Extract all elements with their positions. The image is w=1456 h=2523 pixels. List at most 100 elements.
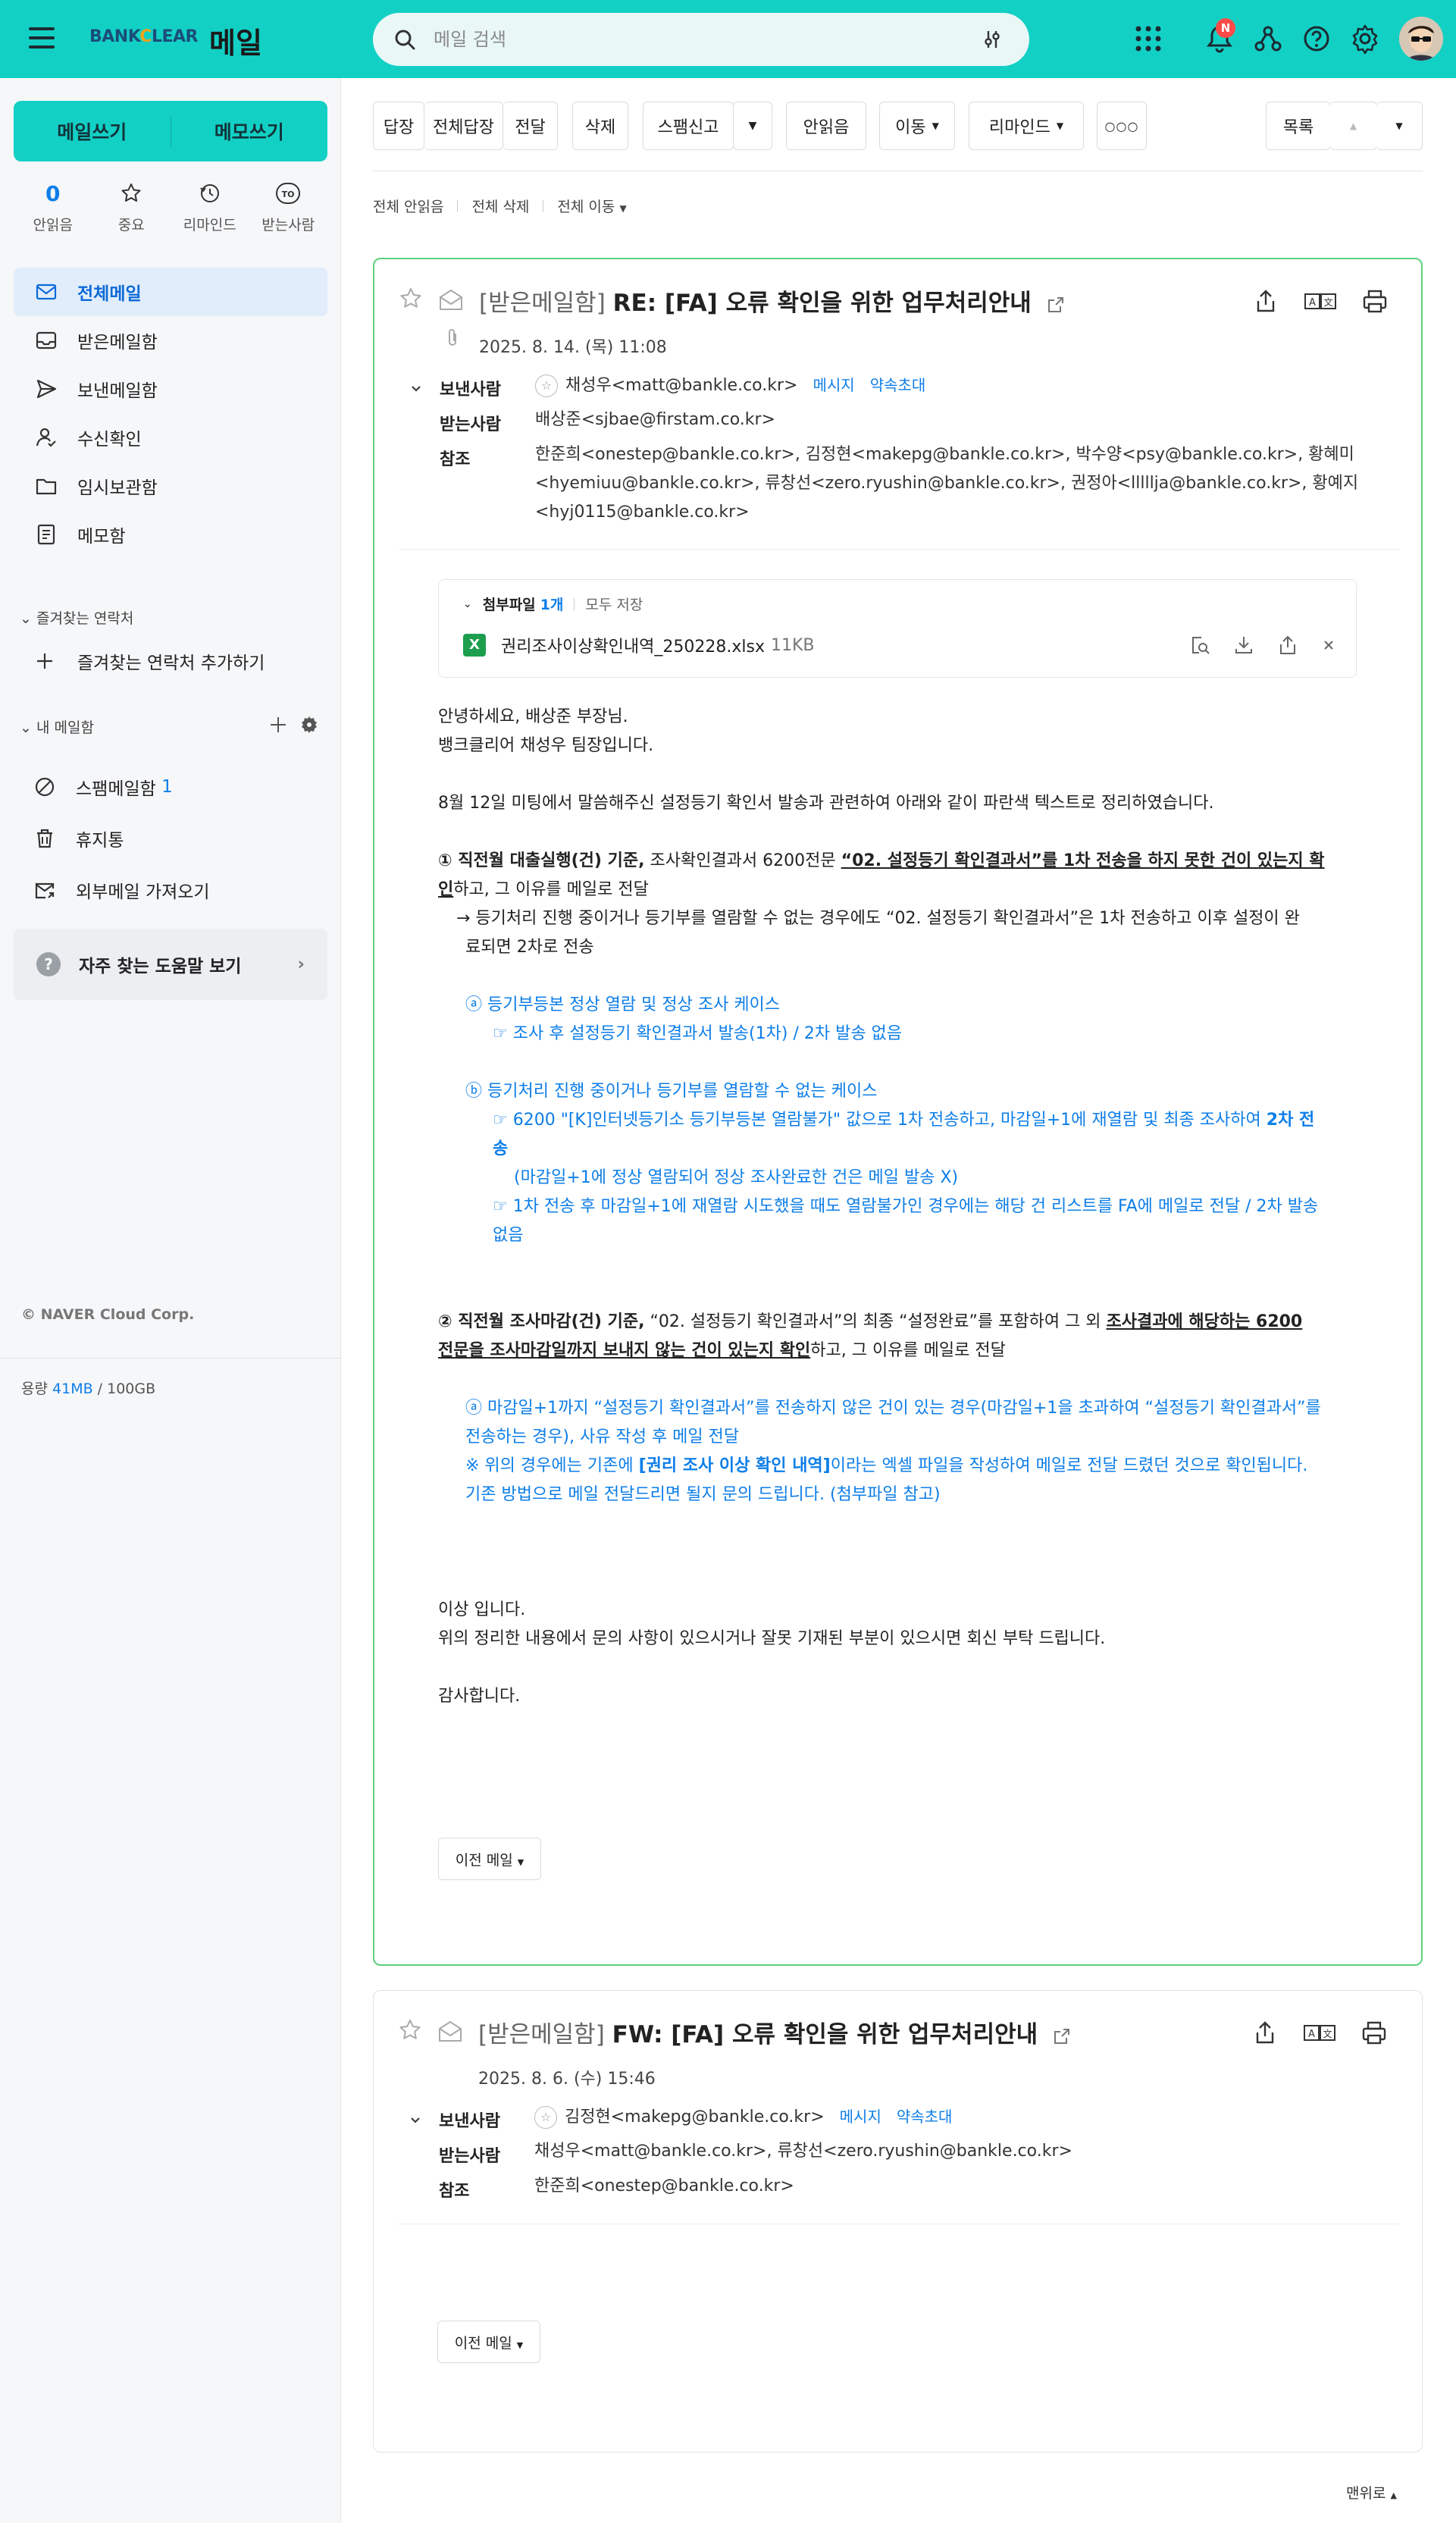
apps-grid-icon[interactable]	[1132, 23, 1164, 55]
remind-dropdown[interactable]: 리마인드 ▼	[969, 102, 1084, 150]
cc-addresses[interactable]: 한준희<onestep@bankle.co.kr>, 김정현<makepg@ba…	[535, 440, 1402, 527]
preview-icon[interactable]	[1189, 635, 1210, 656]
from-row: 보낸사람 ☆ 채성우<matt@bankle.co.kr> 메시지 약속초대	[440, 375, 926, 400]
more-options-button[interactable]: ○○○	[1097, 102, 1147, 150]
move-dropdown[interactable]: 이동 ▼	[879, 102, 955, 150]
share-icon[interactable]	[1277, 635, 1298, 656]
to-row: 받는사람 채성우<matt@bankle.co.kr>, 류창선<zero.ry…	[439, 2142, 1401, 2167]
attachment-file[interactable]: X 권리조사이상확인내역_250228.xlsx 11KB	[463, 633, 815, 657]
search-icon[interactable]	[394, 29, 415, 50]
help-faq-button[interactable]: ? 자주 찾는 도움말 보기 ›	[14, 929, 327, 1000]
app-title[interactable]: 메일	[209, 20, 262, 61]
cc-addresses[interactable]: 한준희<onestep@bankle.co.kr>	[534, 2172, 794, 2202]
folder-all-mail[interactable]: 전체메일	[14, 268, 327, 316]
compose-memo-button[interactable]: 메모쓰기	[171, 101, 328, 161]
quick-important[interactable]: 중요	[92, 180, 171, 234]
sender-profile-icon[interactable]: ☆	[534, 2106, 557, 2129]
mail-icon	[36, 284, 57, 300]
organization-icon[interactable]	[1252, 23, 1284, 55]
spam-report-button[interactable]: 스팸신고	[643, 102, 734, 150]
from-row: 보낸사람 ☆ 김정현<makepg@bankle.co.kr> 메시지 약속초대	[439, 2106, 953, 2131]
print-icon[interactable]	[1360, 2020, 1388, 2047]
message-link[interactable]: 메시지	[840, 2108, 881, 2126]
sender-address[interactable]: 채성우<matt@bankle.co.kr>	[565, 376, 797, 395]
quick-to-me[interactable]: TO 받는사람	[249, 180, 328, 234]
search-input[interactable]	[434, 25, 926, 54]
svg-text:文: 文	[1323, 2028, 1332, 2039]
folder-memos[interactable]: 메모함	[14, 510, 327, 559]
envelope-open-icon[interactable]	[438, 288, 464, 311]
share-icon[interactable]	[1252, 288, 1279, 315]
mailbox-settings-gear-icon[interactable]	[300, 716, 318, 734]
user-avatar[interactable]	[1399, 17, 1443, 61]
svg-text:A: A	[1308, 2029, 1315, 2040]
folder-drafts[interactable]: 임시보관함	[14, 462, 327, 510]
invite-link[interactable]: 약속초대	[870, 376, 926, 394]
folder-trash[interactable]: 휴지통	[33, 826, 124, 851]
delete-button[interactable]: 삭제	[572, 102, 628, 150]
recipient-address[interactable]: 배상준<sjbae@firstam.co.kr>	[535, 406, 775, 435]
quick-filters: 0 안읽음 중요 리마인드 TO 받는사람	[14, 180, 327, 234]
all-move-link[interactable]: 전체 이동 ▼	[557, 196, 626, 216]
folder-sent[interactable]: 보낸메일함	[14, 365, 327, 413]
previous-mail-button[interactable]: 이전 메일 ▼	[438, 1838, 541, 1880]
envelope-open-icon[interactable]	[437, 2020, 463, 2042]
hamburger-menu-icon[interactable]	[29, 27, 55, 49]
download-icon[interactable]	[1233, 635, 1254, 656]
mail-card: [받은메일함] FW: [FA] 오류 확인을 위한 업무처리안내 A文 202…	[373, 1990, 1423, 2452]
compose-mail-button[interactable]: 메일쓰기	[14, 101, 171, 161]
folder-spam[interactable]: 스팸메일함 1	[33, 774, 173, 800]
quick-remind[interactable]: 리마인드	[171, 180, 249, 234]
add-mailbox-icon[interactable]	[268, 715, 288, 735]
forward-button[interactable]: 전달	[503, 102, 558, 150]
sender-address[interactable]: 김정현<makepg@bankle.co.kr>	[565, 2108, 825, 2127]
folder-inbox[interactable]: 받은메일함	[14, 316, 327, 365]
all-delete-link[interactable]: 전체 삭제	[471, 196, 529, 216]
settings-gear-icon[interactable]	[1349, 23, 1381, 55]
spam-options-dropdown[interactable]: ▼	[733, 102, 772, 150]
chevron-down-icon[interactable]	[409, 2114, 422, 2127]
translate-icon[interactable]: A文	[1303, 2020, 1336, 2047]
favorites-header[interactable]: ⌄ 즐겨찾는 연락처	[20, 607, 133, 628]
chevron-right-icon: ›	[297, 954, 305, 974]
add-favorite-contact[interactable]: 즐겨찾는 연락처 추가하기	[35, 648, 265, 674]
close-icon[interactable]	[1318, 635, 1339, 656]
folder-read-receipt[interactable]: 수신확인	[14, 413, 327, 462]
star-icon[interactable]	[399, 287, 423, 311]
previous-mail-button[interactable]: 이전 메일 ▼	[437, 2321, 540, 2363]
more-dots-icon: ○○○	[1104, 118, 1139, 133]
caret-down-icon: ▼	[1395, 121, 1403, 131]
all-unread-link[interactable]: 전체 안읽음	[373, 196, 443, 216]
message-link[interactable]: 메시지	[813, 376, 854, 394]
print-icon[interactable]	[1361, 288, 1389, 315]
caret-down-icon: ▼	[748, 120, 757, 132]
mail-import-icon	[35, 882, 55, 899]
scroll-to-top-link[interactable]: 맨위로 ▲	[1346, 2482, 1397, 2503]
my-mailbox-header[interactable]: ⌄ 내 메일함	[20, 716, 94, 737]
previous-mail-arrow[interactable]: ▲	[1330, 102, 1377, 150]
sender-profile-icon[interactable]: ☆	[535, 375, 558, 397]
next-mail-arrow[interactable]: ▼	[1376, 102, 1423, 150]
mark-unread-button[interactable]: 안읽음	[786, 102, 866, 150]
recipient-address[interactable]: 채성우<matt@bankle.co.kr>, 류창선<zero.ryushin…	[534, 2137, 1072, 2167]
save-all-link[interactable]: 모두 저장	[585, 594, 643, 614]
invite-link[interactable]: 약속초대	[897, 2108, 953, 2126]
quick-unread[interactable]: 0 안읽음	[14, 180, 92, 234]
share-icon[interactable]	[1251, 2020, 1279, 2047]
chevron-down-icon[interactable]: ⌄	[463, 598, 472, 610]
star-icon[interactable]	[398, 2018, 422, 2042]
caret-down-icon: ▼	[1056, 121, 1064, 131]
folder-external-import[interactable]: 외부메일 가져오기	[33, 877, 210, 903]
bankclear-logo[interactable]: BANKCLEAR	[89, 27, 198, 46]
chevron-down-icon[interactable]	[409, 382, 423, 396]
external-link-icon[interactable]	[1053, 2027, 1071, 2045]
translate-icon[interactable]: A文	[1304, 288, 1337, 315]
list-button[interactable]: 목록	[1266, 102, 1331, 150]
to-row: 받는사람 배상준<sjbae@firstam.co.kr>	[440, 410, 1402, 435]
help-icon[interactable]	[1301, 23, 1332, 55]
reply-all-button[interactable]: 전체답장	[424, 102, 503, 150]
search-filter-icon[interactable]	[982, 30, 1002, 49]
external-link-icon[interactable]	[1047, 296, 1065, 314]
unread-count: 0	[45, 180, 61, 206]
reply-button[interactable]: 답장	[373, 102, 424, 150]
